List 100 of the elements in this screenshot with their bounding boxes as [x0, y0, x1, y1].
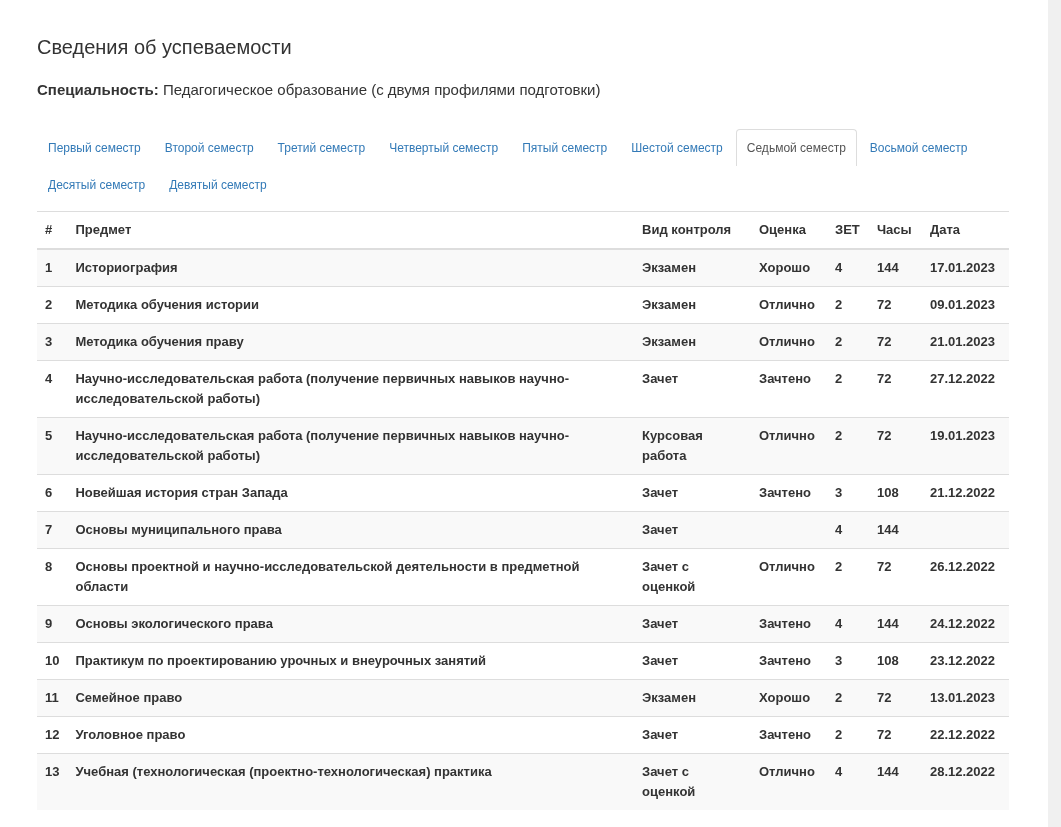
- specialty-text: Специальность: Педагогическое образование (с двумя профилями подготовки): [37, 80, 602, 100]
- table-cell: 2: [827, 679, 869, 717]
- table-cell: 3: [827, 642, 869, 680]
- table-cell: Новейшая история стран Запада: [67, 474, 635, 512]
- table-cell: Экзамен: [634, 249, 751, 287]
- semester-tab[interactable]: Четвертый семестр: [378, 129, 510, 166]
- table-cell: 72: [868, 417, 922, 475]
- table-cell: 2: [827, 360, 869, 418]
- table-cell: 2: [37, 286, 68, 324]
- table-cell: Зачтено: [751, 716, 827, 754]
- semester-tab[interactable]: Третий семестр: [266, 129, 377, 166]
- table-cell: Зачет: [634, 605, 751, 643]
- table-cell: 12: [37, 716, 68, 754]
- table-cell: Зачтено: [751, 360, 827, 418]
- table-cell: Отлично: [751, 286, 827, 324]
- table-cell: 3: [827, 474, 869, 512]
- table-cell: 72: [868, 286, 922, 324]
- table-cell: 2: [827, 323, 869, 361]
- table-cell: 23.12.2022: [921, 642, 1009, 680]
- table-cell: 8: [37, 548, 68, 606]
- table-cell: Отлично: [751, 323, 827, 361]
- table-cell: 11: [37, 679, 68, 717]
- semester-tab[interactable]: Шестой семестр: [620, 129, 734, 166]
- table-cell: 24.12.2022: [921, 605, 1009, 643]
- table-cell: 72: [868, 360, 922, 418]
- semester-tab[interactable]: Пятый семестр: [511, 129, 619, 166]
- table-cell: Зачет: [634, 511, 751, 549]
- table-cell: 9: [37, 605, 68, 643]
- semester-tab[interactable]: Второй семестр: [153, 129, 265, 166]
- table-cell: 10: [37, 642, 68, 680]
- table-cell: 108: [868, 642, 922, 680]
- table-cell: Учебная (технологическая (проектно-технологическая) практика: [67, 753, 635, 810]
- table-cell: 6: [37, 474, 68, 512]
- table-cell: Зачет: [634, 474, 751, 512]
- table-cell: Зачет: [634, 716, 751, 754]
- table-cell: 1: [37, 249, 68, 287]
- semester-tab[interactable]: Девятый семестр: [158, 166, 278, 203]
- table-cell: 13: [37, 753, 68, 810]
- table-cell: 13.01.2023: [921, 679, 1009, 717]
- table-cell: 72: [868, 679, 922, 717]
- table-cell: 21.12.2022: [921, 474, 1009, 512]
- table-cell: Экзамен: [634, 323, 751, 361]
- table-cell: 144: [868, 511, 922, 549]
- table-cell: 144: [868, 249, 922, 287]
- table-cell: 7: [37, 511, 68, 549]
- table-cell: 4: [827, 753, 869, 810]
- table-cell: 2: [827, 548, 869, 606]
- semester-tab[interactable]: Восьмой семестр: [858, 129, 979, 166]
- table-cell: 4: [827, 249, 869, 287]
- table-cell: 3: [37, 323, 68, 361]
- table-cell: 21.01.2023: [921, 323, 1009, 361]
- semester-tab[interactable]: Десятый семестр: [37, 166, 157, 203]
- table-cell: Зачет: [634, 360, 751, 418]
- table-cell: Семейное право: [67, 679, 635, 717]
- table-cell: Экзамен: [634, 286, 751, 324]
- table-cell: 2: [827, 417, 869, 475]
- table-cell: Отлично: [751, 417, 827, 475]
- table-cell: Зачет с оценкой: [634, 753, 751, 810]
- table-cell: Курсовая работа: [634, 417, 751, 475]
- table-cell: 4: [827, 605, 869, 643]
- table-cell: 72: [868, 716, 922, 754]
- semester-tab[interactable]: Седьмой семестр: [735, 129, 857, 166]
- table-cell: Историография: [67, 249, 635, 287]
- table-cell: 09.01.2023: [921, 286, 1009, 324]
- table-cell: 144: [868, 605, 922, 643]
- table-cell: 22.12.2022: [921, 716, 1009, 754]
- semester-tab[interactable]: Первый семестр: [37, 129, 152, 166]
- table-cell: Хорошо: [751, 249, 827, 287]
- table-cell: 72: [868, 548, 922, 606]
- table-cell: Методика обучения истории: [67, 286, 635, 324]
- table-cell: Зачет с оценкой: [634, 548, 751, 606]
- table-cell: Практикум по проектированию урочных и внеурочных занятий: [67, 642, 635, 680]
- table-cell: 28.12.2022: [921, 753, 1009, 810]
- table-cell: 144: [868, 753, 922, 810]
- table-cell: 108: [868, 474, 922, 512]
- table-cell: 26.12.2022: [921, 548, 1009, 606]
- table-cell: Уголовное право: [67, 716, 635, 754]
- table-cell: 5: [37, 417, 68, 475]
- table-cell: 2: [827, 286, 869, 324]
- table-cell: Научно-исследовательская работа (получение первичных навыков научно-исследовательской работы): [67, 417, 635, 475]
- table-cell: Зачтено: [751, 474, 827, 512]
- table-cell: Основы муниципального права: [67, 511, 635, 549]
- table-cell: 4: [827, 511, 869, 549]
- table-cell: Основы экологического права: [67, 605, 635, 643]
- table-cell: Хорошо: [751, 679, 827, 717]
- table-cell: Экзамен: [634, 679, 751, 717]
- table-cell: Зачтено: [751, 642, 827, 680]
- table-cell: 4: [37, 360, 68, 418]
- table-cell: Основы проектной и научно-исследовательской деятельности в предметной области: [67, 548, 635, 606]
- table-cell: Научно-исследовательская работа (получение первичных навыков научно-исследовательской работы): [67, 360, 635, 418]
- table-cell: 2: [827, 716, 869, 754]
- table-cell: Зачет: [634, 642, 751, 680]
- table-cell: Зачтено: [751, 605, 827, 643]
- table-cell: Методика обучения праву: [67, 323, 635, 361]
- table-cell: 17.01.2023: [921, 249, 1009, 287]
- table-cell: 72: [868, 323, 922, 361]
- table-cell: Отлично: [751, 548, 827, 606]
- table-cell: 19.01.2023: [921, 417, 1009, 475]
- table-cell: Отлично: [751, 753, 827, 810]
- page-title: Сведения об успеваемости: [37, 35, 293, 60]
